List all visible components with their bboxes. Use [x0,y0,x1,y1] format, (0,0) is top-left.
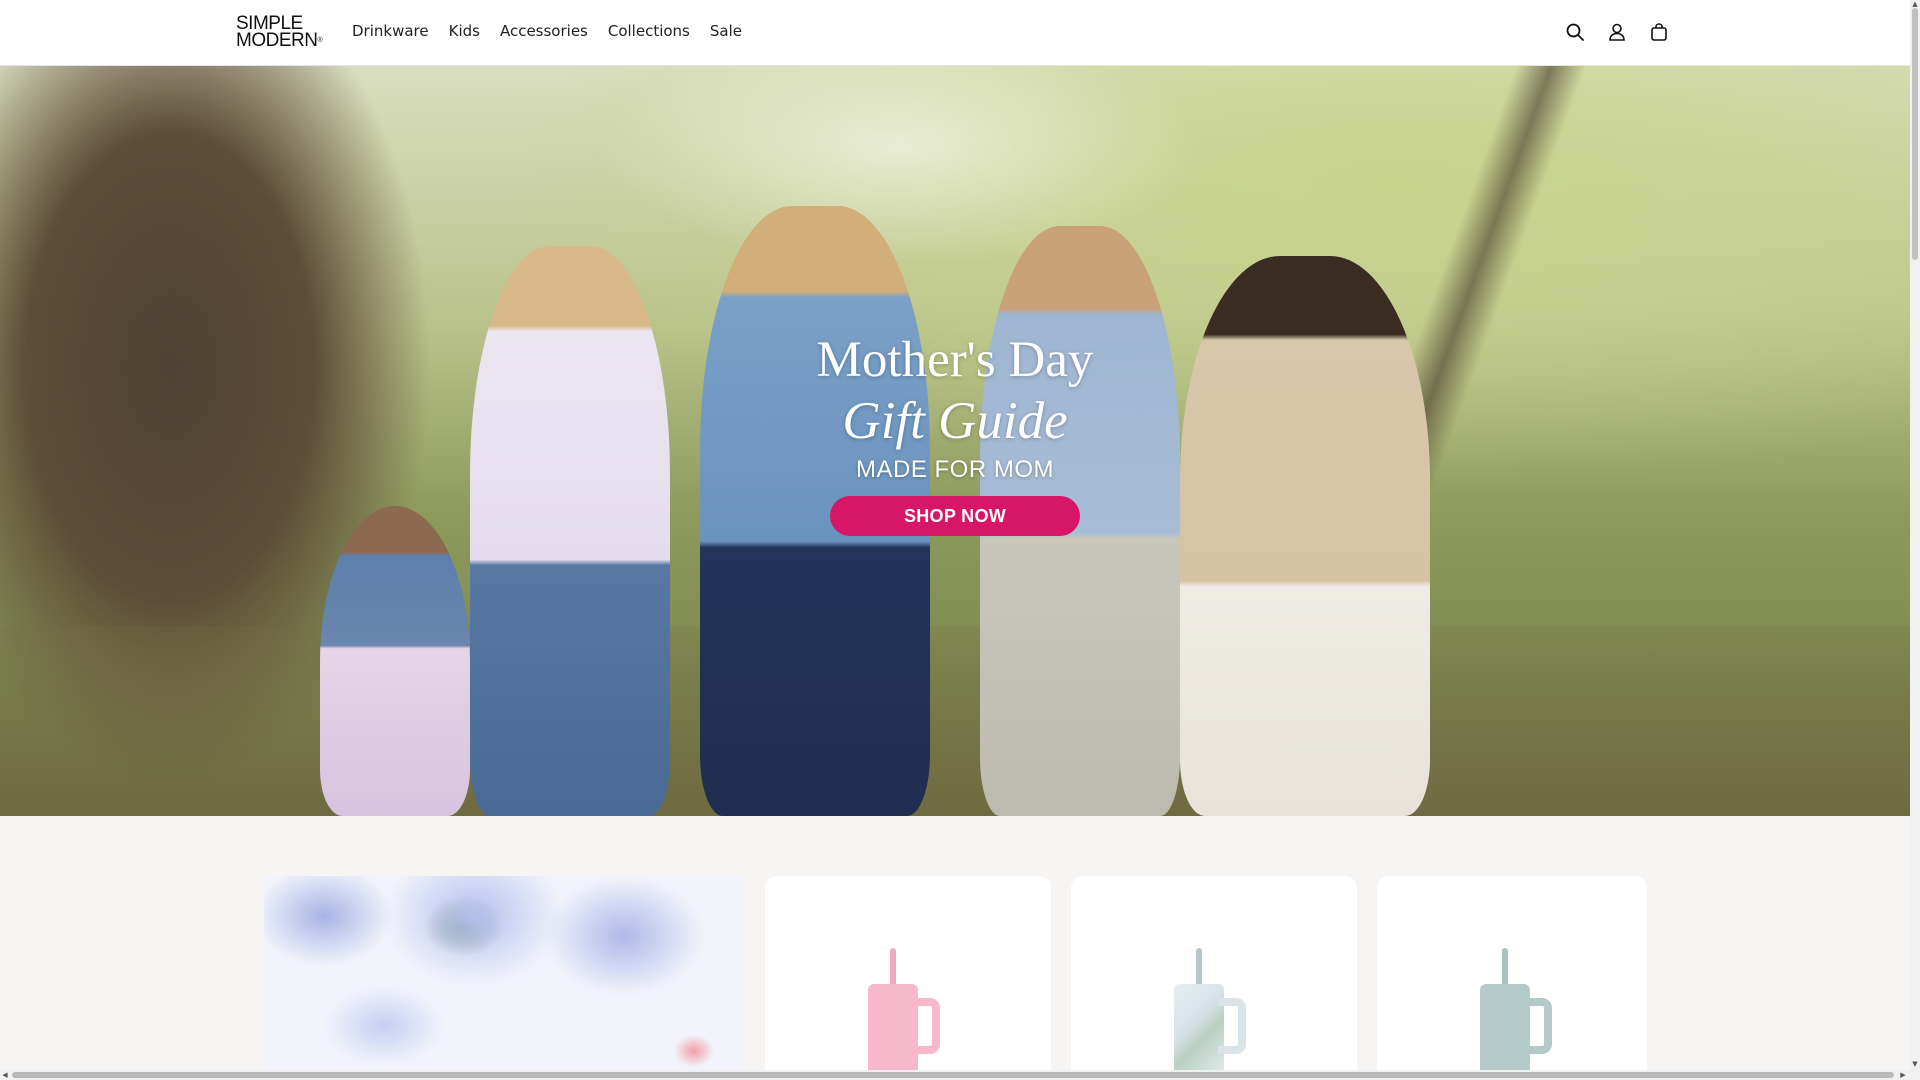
promo-floral-tile[interactable] [264,876,743,1070]
logo[interactable]: SIMPLE MODERN® [236,14,330,51]
scroll-left-arrow-icon[interactable]: ◀ [0,1070,10,1080]
hero-photo-woman-4 [1180,256,1430,816]
cart-icon[interactable] [1648,21,1670,43]
product-card[interactable] [1377,876,1647,1070]
scroll-right-arrow-icon[interactable]: ▶ [1898,1070,1908,1080]
hero-photo-ground [0,626,1910,816]
tumbler-image [868,948,940,1070]
hero-photo-child [320,506,470,816]
nav-kids[interactable]: Kids [449,22,480,40]
horizontal-scroll-thumb[interactable] [12,1072,1894,1078]
nav-collections[interactable]: Collections [608,22,690,40]
vertical-scrollbar[interactable]: ▲ ▼ [1910,0,1920,1080]
hero-photo-woman-1 [470,246,670,816]
logo-line2: MODERN® [236,30,323,51]
main-nav: Drinkware Kids Accessories Collections S… [352,22,762,40]
tumbler-image [1480,948,1552,1070]
header-icons [1564,21,1690,43]
tumbler-image [1174,948,1246,1070]
product-card[interactable] [1071,876,1357,1070]
horizontal-scrollbar[interactable]: ◀ ▶ [0,1070,1910,1080]
nav-drinkware[interactable]: Drinkware [352,22,429,40]
product-card[interactable] [765,876,1051,1070]
nav-sale[interactable]: Sale [710,22,742,40]
hero-subtitle: Gift Guide [842,392,1068,450]
hero-kicker: MADE FOR MOM [856,456,1054,483]
account-icon[interactable] [1606,21,1628,43]
site-header: SIMPLE MODERN® Drinkware Kids Accessorie… [0,0,1910,66]
vertical-scroll-thumb[interactable] [1912,8,1918,260]
shop-now-button[interactable]: SHOP NOW [830,496,1080,536]
hero-banner[interactable]: Mother's Day Gift Guide MADE FOR MOM SHO… [0,66,1910,816]
hero-title: Mother's Day [816,332,1094,388]
nav-accessories[interactable]: Accessories [500,22,588,40]
scroll-up-arrow-icon[interactable]: ▲ [1911,0,1919,8]
scroll-down-arrow-icon[interactable]: ▼ [1911,1060,1919,1068]
hero-text: Mother's Day Gift Guide MADE FOR MOM SHO… [755,330,1155,536]
search-icon[interactable] [1564,21,1586,43]
